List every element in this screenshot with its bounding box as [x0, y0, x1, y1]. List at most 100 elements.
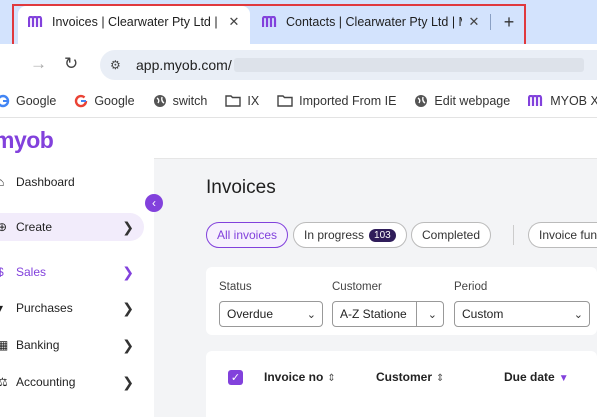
address-bar[interactable]: ⚙ app.myob.com/: [100, 50, 597, 80]
sidebar-item-banking[interactable]: ▦ Banking ❯: [0, 331, 144, 359]
sort-icon: ⇕: [327, 373, 336, 384]
customer-filter-value: A-Z Statione: [340, 307, 407, 321]
sidebar-item-label: Create: [16, 220, 53, 234]
browser-toolbar: → ↻ ⚙ app.myob.com/: [0, 44, 597, 84]
period-filter-value: Custom: [462, 307, 504, 321]
sidebar-item-purchases[interactable]: ▾ Purchases ❯: [0, 294, 144, 322]
page-title: Invoices: [206, 177, 276, 198]
tab-label: In progress: [304, 228, 365, 242]
column-header-due-date[interactable]: Due date ▼: [504, 370, 569, 384]
sidebar-item-label: Purchases: [16, 301, 73, 315]
sidebar: myob ⌂ Dashboard ⊕ Create ❯ $ Sales ❯ ▾ …: [0, 119, 154, 417]
chevron-down-icon: ⌄: [306, 308, 316, 321]
customer-filter-combobox[interactable]: A-Z Statione ⌄: [332, 301, 444, 327]
bookmark-label: switch: [172, 93, 208, 108]
bookmark-label: MYOB X He: [550, 93, 597, 108]
sort-descending-icon: ▼: [558, 373, 569, 384]
bookmark-ix[interactable]: IX: [225, 94, 259, 108]
dollar-circle-icon: $: [0, 265, 4, 279]
sidebar-item-label: Banking: [16, 338, 60, 352]
column-header-label: Due date: [504, 370, 555, 384]
tab-label: Invoice fun: [539, 228, 597, 242]
bookmark-google-2[interactable]: Google: [74, 93, 135, 108]
tab-all-invoices[interactable]: All invoices: [206, 222, 289, 248]
close-icon[interactable]: ✕: [466, 14, 482, 30]
sidebar-item-accounting[interactable]: ⚖ Accounting ❯: [0, 368, 144, 396]
url-redacted: [233, 58, 584, 72]
select-all-checkbox[interactable]: ✓: [228, 370, 243, 385]
chevron-right-icon: ❯: [122, 299, 134, 316]
bookmark-edit-webpage[interactable]: Edit webpage: [414, 94, 510, 108]
bookmark-label: Google: [94, 93, 135, 108]
sidebar-item-label: Dashboard: [16, 175, 75, 189]
bank-icon: ▦: [0, 338, 9, 352]
sidebar-item-dashboard[interactable]: ⌂ Dashboard: [0, 168, 144, 196]
cart-icon: ▾: [0, 301, 4, 315]
column-header-label: Invoice no: [264, 370, 324, 384]
new-tab-button[interactable]: +: [498, 11, 520, 33]
filter-panel: Status Overdue ⌄ Customer A-Z Statione ⌄…: [206, 267, 597, 335]
bookmark-label: IX: [247, 93, 260, 108]
folder-icon: [225, 94, 242, 107]
tab-label: All invoices: [217, 228, 278, 242]
bookmark-imported-from-ie[interactable]: Imported From IE: [277, 94, 396, 108]
globe-icon: [414, 94, 428, 108]
bookmark-label: Edit webpage: [434, 93, 511, 108]
chevron-down-icon: ⌄: [573, 308, 583, 321]
chevron-right-icon: ❯: [122, 336, 134, 353]
customer-filter-label: Customer: [332, 281, 382, 293]
scales-icon: ⚖: [0, 375, 8, 389]
chevron-right-icon: ❯: [122, 263, 134, 280]
bookmarks-bar: Google Google switch IX Imported From IE…: [0, 84, 597, 118]
invoice-table: ✓ Invoice no ⇕ Customer ⇕ Due date ▼: [206, 351, 597, 417]
tab-title: Invoices | Clearwater Pty Ltd | M: [52, 15, 222, 29]
tab-invoices[interactable]: Invoices | Clearwater Pty Ltd | M ✕: [18, 6, 250, 44]
count-badge: 103: [369, 228, 396, 242]
sidebar-item-label: Sales: [16, 265, 47, 279]
myob-logo-icon: [28, 14, 44, 30]
bookmark-label: Imported From IE: [299, 93, 397, 108]
forward-arrow-icon[interactable]: →: [30, 54, 47, 74]
close-icon[interactable]: ✕: [226, 14, 242, 30]
status-filter-value: Overdue: [227, 307, 274, 321]
folder-icon: [277, 94, 293, 107]
tab-in-progress[interactable]: In progress 103: [293, 222, 407, 248]
main-content: Invoices All invoices In progress 103 Co…: [154, 119, 597, 417]
url-text: app.myob.com/: [136, 57, 232, 73]
chevron-right-icon: ❯: [122, 373, 134, 390]
combobox-divider: [416, 302, 417, 326]
sort-icon: ⇕: [436, 373, 445, 384]
status-filter-label: Status: [219, 281, 252, 293]
browser-tabstrip: Invoices | Clearwater Pty Ltd | M ✕ Cont…: [0, 0, 597, 44]
column-header-label: Customer: [376, 370, 433, 384]
tab-separator: [490, 14, 491, 30]
sidebar-item-sales[interactable]: $ Sales ❯: [0, 258, 144, 286]
period-filter-select[interactable]: Custom ⌄: [454, 301, 590, 327]
home-icon: ⌂: [0, 175, 5, 189]
sidebar-item-create[interactable]: ⊕ Create ❯: [0, 213, 144, 241]
chevron-down-icon[interactable]: ⌄: [428, 308, 437, 321]
tab-title: Contacts | Clearwater Pty Ltd | M: [286, 15, 462, 29]
reload-icon[interactable]: ↻: [64, 54, 78, 74]
bookmark-myob-x-help[interactable]: MYOB X He: [528, 94, 597, 108]
column-header-customer[interactable]: Customer ⇕: [376, 370, 444, 384]
bookmark-google[interactable]: Google: [0, 94, 56, 108]
chevron-right-icon: ❯: [122, 218, 134, 235]
google-icon: [74, 94, 88, 108]
myob-logo[interactable]: myob: [0, 127, 54, 154]
globe-icon: [153, 94, 167, 108]
column-header-invoice-no[interactable]: Invoice no ⇕: [264, 370, 336, 384]
sidebar-item-label: Accounting: [16, 375, 76, 389]
tab-invoice-funding[interactable]: Invoice fun: [528, 222, 597, 248]
bookmark-label: Google: [16, 93, 57, 108]
tab-label: Completed: [422, 228, 481, 242]
tab-completed[interactable]: Completed: [411, 222, 492, 248]
period-filter-label: Period: [454, 281, 488, 293]
myob-app: myob ⌂ Dashboard ⊕ Create ❯ $ Sales ❯ ▾ …: [0, 119, 597, 417]
site-settings-icon[interactable]: ⚙: [110, 58, 126, 72]
plus-circle-icon: ⊕: [0, 220, 8, 234]
bookmark-switch[interactable]: switch: [153, 93, 208, 108]
tab-contacts[interactable]: Contacts | Clearwater Pty Ltd | M ✕: [252, 6, 490, 38]
status-filter-select[interactable]: Overdue ⌄: [219, 301, 323, 327]
tabs-divider: [513, 225, 514, 245]
